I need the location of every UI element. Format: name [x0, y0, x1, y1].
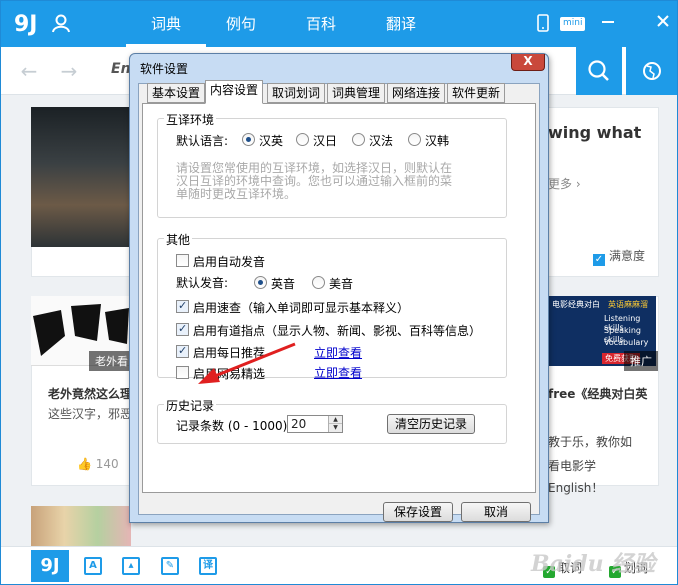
close-icon[interactable]	[653, 14, 673, 34]
stepper-down-icon[interactable]: ▼	[329, 424, 342, 432]
image-tool-icon[interactable]: ▴	[122, 557, 140, 575]
dialog-title: 软件设置	[140, 62, 189, 76]
note-tool-icon[interactable]: ✎	[161, 557, 179, 575]
card-text: 这些汉字，邪恶	[48, 407, 133, 421]
checkbox-label: 启用自动发音	[193, 255, 266, 269]
app-logo-icon[interactable]: 9J	[13, 9, 41, 37]
nav-tab-encyclopedia[interactable]: 百科	[281, 1, 361, 47]
right-card-text: English！	[548, 481, 604, 495]
radio-label: 汉英	[259, 134, 284, 148]
dialog-body: 基本设置 内容设置 取词划词 词典管理 网络连接 软件更新 互译环境 默认语言:…	[138, 80, 540, 522]
netease-select-checkbox[interactable]	[176, 366, 189, 379]
hint-text: 单随时更改互译环境。	[176, 187, 297, 201]
dialog-close-button[interactable]: X	[511, 54, 545, 71]
bottom-logo-button[interactable]: 9J	[31, 550, 69, 582]
tab-software-update[interactable]: 软件更新	[447, 83, 506, 103]
group-legend: 其他	[164, 231, 193, 248]
search-icon	[588, 60, 609, 81]
forward-arrow-icon[interactable]: →	[57, 59, 81, 83]
ad-line: 英语麻麻溜	[608, 300, 648, 309]
nav-tab-translate[interactable]: 翻译	[361, 1, 441, 47]
search-input[interactable]: En	[111, 61, 131, 77]
annotation-arrow-icon	[198, 342, 296, 384]
group-legend: 历史记录	[164, 397, 217, 414]
daily-view-now-link[interactable]: 立即查看	[314, 344, 362, 361]
satisfaction-label: 满意度	[609, 249, 646, 263]
tab-basic-settings[interactable]: 基本设置	[147, 83, 206, 103]
feature-image-food	[31, 506, 131, 546]
record-count-stepper[interactable]: 20 ▲ ▼	[287, 415, 343, 433]
group-legend: 互译环境	[164, 111, 217, 128]
checkbox-label: 启用速查（输入单词即可显示基本释义）	[193, 301, 410, 315]
like-count[interactable]: 👍 140	[77, 457, 119, 471]
mutual-translation-group: 互译环境 默认语言: 汉英 汉日 汉法 汉韩 请设置您常使用的互译环境，如选择汉…	[157, 111, 507, 218]
radio-pron-british[interactable]	[254, 276, 267, 289]
thumbs-up-icon: 👍	[77, 457, 92, 471]
mini-mode-button[interactable]: mini	[560, 17, 586, 31]
back-arrow-icon[interactable]: ←	[17, 59, 41, 83]
youdao-point-checkbox[interactable]	[176, 322, 189, 336]
stepper-buttons: ▲ ▼	[328, 416, 342, 432]
tab-dictionary-management[interactable]: 词典管理	[327, 83, 386, 103]
svg-text:9J: 9J	[14, 12, 38, 37]
card-title[interactable]: 老外竟然这么理	[48, 385, 132, 402]
radio-label: 汉日	[313, 134, 338, 148]
translate-tool-icon[interactable]: 译	[199, 557, 217, 575]
right-card-text: 看电影学	[548, 459, 597, 473]
feature-image-arm	[31, 107, 131, 247]
ad-caption: 推广	[624, 351, 658, 371]
ad-line: 电影经典对白	[552, 300, 600, 309]
right-card-title[interactable]: wing what	[548, 123, 641, 142]
radio-label: 美音	[329, 277, 354, 291]
radio-lang-zh-fr[interactable]	[352, 133, 365, 146]
record-count-value[interactable]: 20	[291, 417, 306, 431]
watermark: Baidu 经验	[531, 551, 656, 577]
globe-button[interactable]	[626, 47, 677, 95]
globe-icon	[643, 62, 661, 80]
record-count-label: 记录条数 (0 - 1000)	[176, 419, 288, 433]
default-pronunciation-label: 默认发音:	[176, 276, 229, 290]
mobile-icon[interactable]	[533, 14, 553, 34]
tab-content-settings[interactable]: 内容设置	[205, 80, 264, 104]
radio-lang-zh-ko[interactable]	[408, 133, 421, 146]
right-card-text: 教于乐，教你如	[548, 435, 633, 449]
right-card-title[interactable]: free《经典对白英	[548, 385, 647, 402]
quick-lookup-checkbox[interactable]	[176, 299, 189, 313]
nav-tab-examples[interactable]: 例句	[201, 1, 281, 47]
ad-line: Vocabulary	[604, 338, 649, 347]
radio-pron-american[interactable]	[312, 276, 325, 289]
default-language-label: 默认语言:	[176, 134, 229, 148]
netease-view-now-link[interactable]: 立即查看	[314, 364, 362, 381]
text-tool-icon[interactable]: A	[84, 557, 102, 575]
search-button[interactable]	[576, 47, 622, 95]
user-icon[interactable]	[51, 13, 71, 33]
save-settings-button[interactable]: 保存设置	[383, 502, 453, 522]
radio-lang-zh-en[interactable]	[242, 133, 255, 146]
top-nav-bar: 9J 词典 例句 百科 翻译 mini	[1, 1, 677, 47]
daily-recommend-checkbox[interactable]	[176, 344, 189, 358]
tab-network[interactable]: 网络连接	[387, 83, 446, 103]
tab-word-capture[interactable]: 取词划词	[267, 83, 326, 103]
checkbox-icon: ✓	[593, 254, 605, 266]
nav-tab-dictionary[interactable]: 词典	[126, 1, 206, 47]
cancel-button[interactable]: 取消	[461, 502, 531, 522]
clear-history-button[interactable]: 清空历史记录	[387, 414, 475, 434]
like-count-value: 140	[95, 457, 119, 471]
minimize-icon[interactable]	[598, 14, 618, 34]
stepper-up-icon[interactable]: ▲	[329, 416, 342, 424]
radio-lang-zh-ja[interactable]	[296, 133, 309, 146]
radio-label: 汉韩	[425, 134, 450, 148]
settings-dialog: 软件设置 X 基本设置 内容设置 取词划词 词典管理 网络连接 软件更新 互译环…	[129, 53, 549, 523]
checkbox-label: 启用有道指点（显示人物、新闻、影视、百科等信息）	[193, 324, 482, 338]
history-group: 历史记录 记录条数 (0 - 1000) 20 ▲ ▼ 清空历史记录	[157, 397, 507, 444]
content-settings-panel: 互译环境 默认语言: 汉英 汉日 汉法 汉韩 请设置您常使用的互译环境，如选择汉…	[142, 103, 536, 493]
card-caption: 老外看	[89, 351, 134, 371]
radio-label: 汉法	[369, 134, 394, 148]
radio-label: 英音	[271, 277, 296, 291]
auto-pronunciation-checkbox[interactable]	[176, 254, 189, 267]
more-link[interactable]: 更多 ›	[548, 175, 581, 192]
satisfaction-toggle[interactable]: ✓ 满意度	[593, 247, 645, 266]
